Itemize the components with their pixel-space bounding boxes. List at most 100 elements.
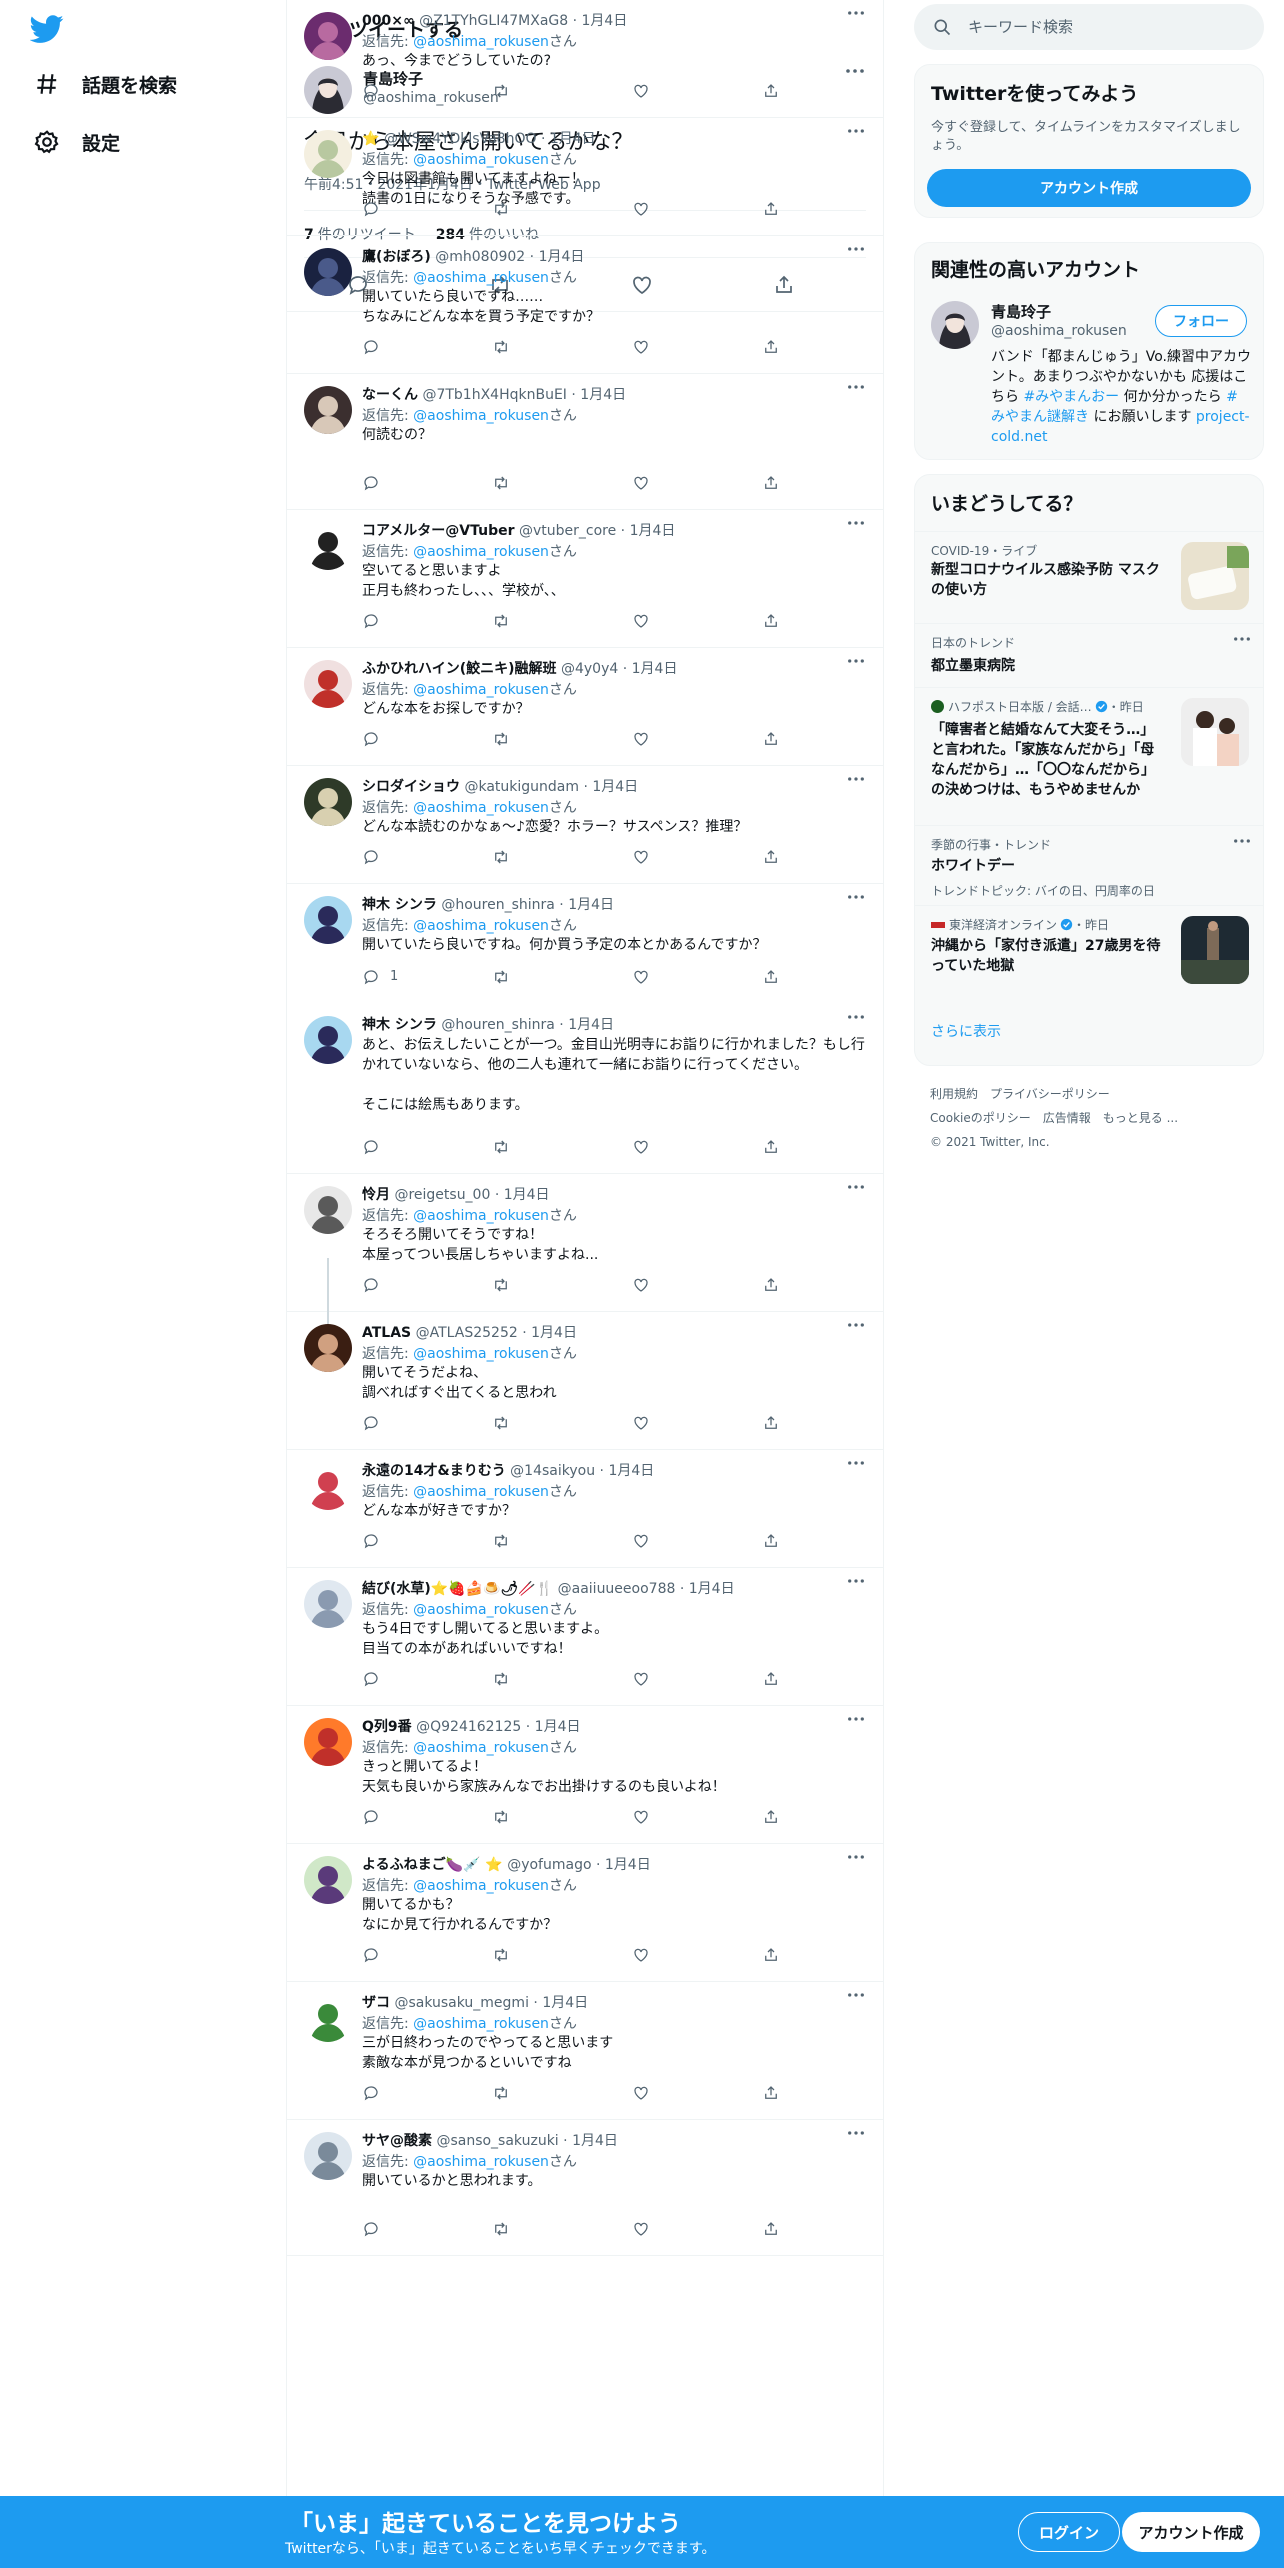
tweet-date[interactable]: 1月4日 <box>535 1719 581 1735</box>
like-icon[interactable] <box>632 82 650 100</box>
reply-icon[interactable] <box>362 2220 380 2238</box>
search-input[interactable] <box>968 18 1228 36</box>
mention-link[interactable]: @aoshima_rokusen <box>413 1346 549 1362</box>
reply-icon[interactable] <box>362 848 380 866</box>
show-more-link[interactable]: さらに表示 <box>931 1021 1001 1041</box>
mention-link[interactable]: @aoshima_rokusen <box>413 1878 549 1894</box>
avatar[interactable] <box>304 1856 352 1904</box>
reply-icon[interactable] <box>362 1414 380 1432</box>
cookie-link[interactable]: Cookieのポリシー <box>930 1111 1031 1125</box>
like-icon[interactable] <box>632 968 650 986</box>
author-name[interactable]: 永遠の14才&まりむう <box>362 1463 506 1479</box>
tweet-date[interactable]: 1月4日 <box>630 523 676 539</box>
reply-icon[interactable] <box>362 2084 380 2102</box>
mention-link[interactable]: @aoshima_rokusen <box>413 918 549 934</box>
follow-button[interactable]: フォロー <box>1155 305 1247 337</box>
tweet-date[interactable]: 1月4日 <box>550 131 596 147</box>
share-icon[interactable] <box>762 1276 780 1294</box>
retweet-icon[interactable] <box>492 1138 510 1156</box>
reply-tweet[interactable]: 永遠の14才&まりむう @14saikyou · 1月4日 返信先: @aoshi… <box>287 1450 883 1568</box>
reply-icon[interactable] <box>362 200 380 218</box>
like-icon[interactable] <box>632 1138 650 1156</box>
mention-link[interactable]: @aoshima_rokusen <box>413 1740 549 1756</box>
author-handle[interactable]: @yofumago <box>507 1857 591 1873</box>
reply-icon[interactable] <box>362 1276 380 1294</box>
tweet-date[interactable]: 1月4日 <box>632 661 678 677</box>
share-icon[interactable] <box>762 1532 780 1550</box>
mention-link[interactable]: @aoshima_rokusen <box>413 2016 549 2032</box>
avatar[interactable] <box>304 386 352 434</box>
reply-icon[interactable] <box>362 82 380 100</box>
avatar[interactable] <box>304 2132 352 2180</box>
mention-link[interactable]: @aoshima_rokusen <box>413 1602 549 1618</box>
author-handle[interactable]: @WSw4YDklsVa8hOO <box>384 131 537 147</box>
retweet-icon[interactable] <box>492 1414 510 1432</box>
trend-item[interactable]: ハフポスト日本版 / 会話… ・昨日 「障害者と結婚なんて大変そう…」と言われた… <box>915 687 1263 825</box>
avatar[interactable] <box>304 248 352 296</box>
avatar[interactable] <box>304 660 352 708</box>
more-link[interactable]: もっと見る ... <box>1103 1111 1178 1125</box>
retweet-icon[interactable] <box>492 730 510 748</box>
author-name[interactable]: 神木 シンラ <box>362 897 437 913</box>
reply-tweet[interactable]: 神木 シンラ @houren_shinra · 1月4日 あと、お伝えしたいことが… <box>287 1004 883 1174</box>
reply-tweet[interactable]: 000×∞ @Z1TYhGLI47MXaG8 · 1月4日 返信先: @aoshi… <box>287 0 883 118</box>
trend-item[interactable]: 日本のトレンド 都立墨東病院 <box>915 623 1263 687</box>
more-icon[interactable] <box>847 1184 865 1190</box>
more-icon[interactable] <box>847 2130 865 2136</box>
retweet-icon[interactable] <box>492 1670 510 1688</box>
like-icon[interactable] <box>632 2220 650 2238</box>
trend-item[interactable]: 季節の行事・トレンド ホワイトデー トレンドトピック: バイの日、円周率の日 <box>915 825 1263 905</box>
author-handle[interactable]: @sanso_sakuzuki <box>436 2133 558 2149</box>
share-icon[interactable] <box>762 1946 780 1964</box>
reply-tweet[interactable]: 鷹(おぼろ) @mh080902 · 1月4日 返信先: @aoshima_rok… <box>287 236 883 374</box>
author-name[interactable]: ⭐ <box>362 131 379 147</box>
like-icon[interactable] <box>632 1670 650 1688</box>
author-handle[interactable]: @sakusaku_megmi <box>394 1995 529 2011</box>
terms-link[interactable]: 利用規約 <box>930 1087 978 1101</box>
nav-explore[interactable]: 話題を検索 <box>34 64 177 104</box>
author-name[interactable]: ふかひれハイン(鮫ニキ)融解班 <box>362 661 557 677</box>
share-icon[interactable] <box>762 474 780 492</box>
avatar[interactable] <box>304 1016 352 1064</box>
share-icon[interactable] <box>762 848 780 866</box>
reply-icon[interactable] <box>362 1670 380 1688</box>
avatar[interactable] <box>304 1324 352 1372</box>
like-icon[interactable] <box>632 474 650 492</box>
tweet-date[interactable]: 1月4日 <box>542 1995 588 2011</box>
author-name[interactable]: 神木 シンラ <box>362 1017 437 1033</box>
like-icon[interactable] <box>632 1532 650 1550</box>
create-account-button[interactable]: アカウント作成 <box>927 169 1251 207</box>
author-handle[interactable]: @reigetsu_00 <box>394 1187 490 1203</box>
avatar[interactable] <box>304 130 352 178</box>
nav-settings[interactable]: 設定 <box>34 122 120 162</box>
hashtag-link[interactable]: #みやまんおー <box>1023 389 1119 405</box>
tweet-date[interactable]: 1月4日 <box>608 1463 654 1479</box>
mention-link[interactable]: @aoshima_rokusen <box>413 34 549 50</box>
mention-link[interactable]: @aoshima_rokusen <box>413 682 549 698</box>
reply-icon[interactable] <box>362 1946 380 1964</box>
search-box[interactable] <box>914 4 1264 50</box>
more-icon[interactable] <box>847 658 865 664</box>
like-icon[interactable] <box>632 1946 650 1964</box>
tweet-date[interactable]: 1月4日 <box>531 1325 577 1341</box>
author-handle[interactable]: @mh080902 <box>435 249 525 265</box>
share-icon[interactable] <box>762 1414 780 1432</box>
retweet-icon[interactable] <box>492 1808 510 1826</box>
reply-icon[interactable] <box>362 338 380 356</box>
author-name[interactable]: ザコ <box>362 1995 390 2011</box>
reply-tweet[interactable]: 神木 シンラ @houren_shinra · 1月4日 返信先: @aoshim… <box>287 884 883 1004</box>
reply-tweet[interactable]: ⭐ @WSw4YDklsVa8hOO · 1月4日 返信先: @aoshima_r… <box>287 118 883 236</box>
tweet-date[interactable]: 1月4日 <box>572 2133 618 2149</box>
retweet-icon[interactable] <box>492 474 510 492</box>
reply-icon[interactable] <box>362 730 380 748</box>
share-icon[interactable] <box>762 82 780 100</box>
tweet-date[interactable]: 1月4日 <box>568 1017 614 1033</box>
more-icon[interactable] <box>847 246 865 252</box>
author-handle[interactable]: @14saikyou <box>510 1463 595 1479</box>
retweet-icon[interactable] <box>492 338 510 356</box>
tweet-date[interactable]: 1月4日 <box>539 249 585 265</box>
more-icon[interactable] <box>1233 636 1251 642</box>
like-icon[interactable] <box>632 200 650 218</box>
author-handle[interactable]: @houren_shinra <box>441 1017 555 1033</box>
tweet-date[interactable]: 1月4日 <box>582 13 628 29</box>
